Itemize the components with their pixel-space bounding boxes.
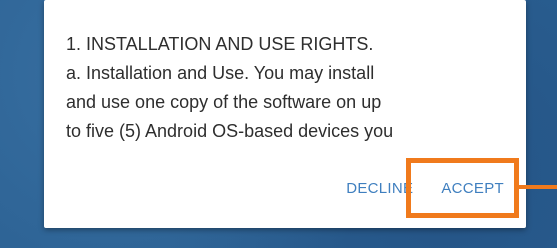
license-text: 1. INSTALLATION AND USE RIGHTS. a. Insta… xyxy=(66,30,496,146)
license-line: a. Installation and Use. You may install xyxy=(66,63,375,83)
accept-button[interactable]: ACCEPT xyxy=(441,180,504,197)
license-dialog: 1. INSTALLATION AND USE RIGHTS. a. Insta… xyxy=(44,0,526,228)
license-line: to five (5) Android OS-based devices you xyxy=(66,121,394,141)
license-line: and use one copy of the software on up xyxy=(66,92,382,112)
dialog-actions: DECLINE ACCEPT xyxy=(346,172,504,204)
license-line: 1. INSTALLATION AND USE RIGHTS. xyxy=(66,34,374,54)
decline-button[interactable]: DECLINE xyxy=(346,180,413,197)
